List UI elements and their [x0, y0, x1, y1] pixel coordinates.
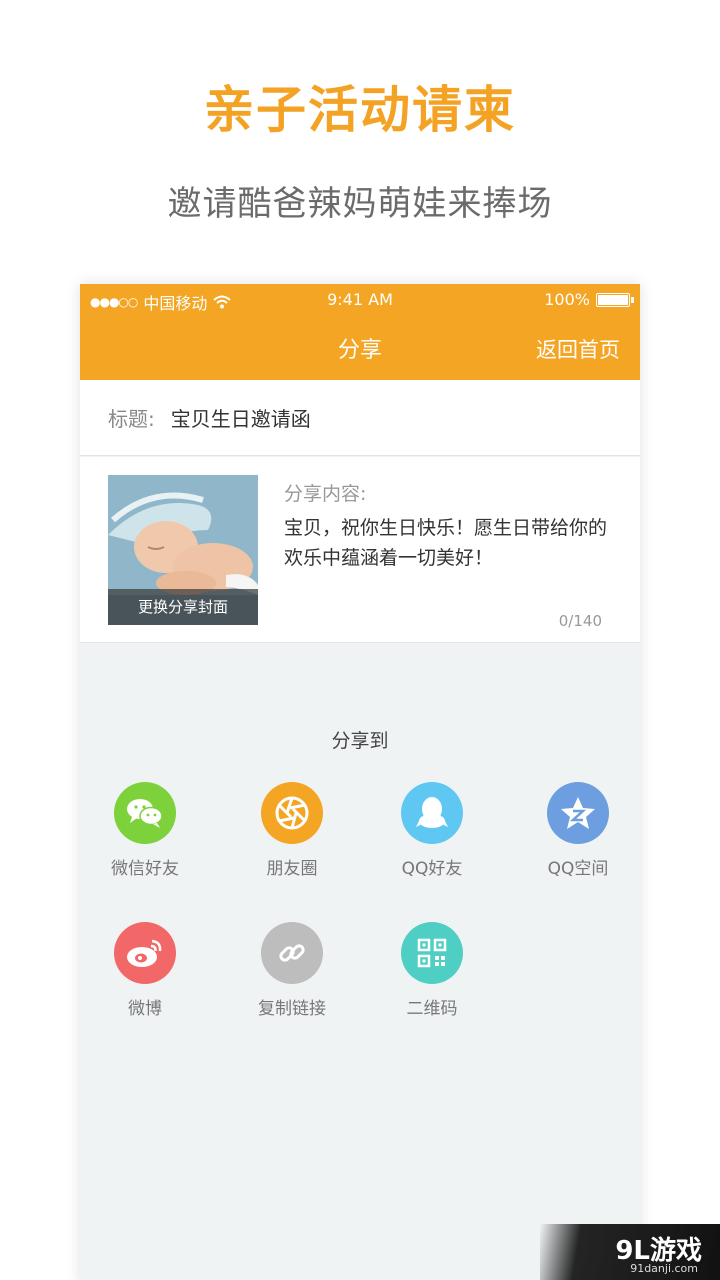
phone-screen: ●●●○○ 中国移动 9:41 AM 100% 分享 返回首页 标题: 宝贝生日… — [80, 284, 640, 1280]
change-cover-button[interactable]: 更换分享封面 — [108, 589, 258, 625]
share-qrcode[interactable]: 二维码 — [367, 922, 497, 1019]
share-heading: 分享到 — [331, 730, 389, 752]
share-moments[interactable]: 朋友圈 — [227, 782, 357, 879]
share-label: 微信好友 — [111, 859, 179, 879]
battery-icon — [596, 292, 634, 307]
status-bar: ●●●○○ 中国移动 9:41 AM 100% — [80, 284, 640, 316]
battery-label: 100% — [544, 290, 590, 309]
nav-bar: ●●●○○ 中国移动 9:41 AM 100% 分享 返回首页 — [80, 284, 640, 380]
back-home-button[interactable]: 返回首页 — [536, 334, 620, 364]
qrcode-icon — [401, 922, 463, 984]
promo-title: 亲子活动请柬 — [204, 81, 516, 139]
share-label: 复制链接 — [258, 999, 326, 1019]
share-label: 二维码 — [406, 999, 458, 1019]
share-qq[interactable]: QQ好友 — [367, 782, 497, 879]
share-label: QQ空间 — [547, 859, 609, 879]
share-wechat[interactable]: 微信好友 — [80, 782, 210, 879]
qzone-icon — [547, 782, 609, 844]
qq-icon — [401, 782, 463, 844]
link-icon — [261, 922, 323, 984]
share-weibo[interactable]: 微博 — [80, 922, 210, 1019]
watermark-url: 91danji.com — [630, 1262, 698, 1275]
title-label: 标题: — [108, 407, 155, 431]
wechat-icon — [114, 782, 176, 844]
watermark-logo: 9L游戏 91danji.com — [540, 1224, 720, 1280]
content-section: 更换分享封面 分享内容: 宝贝，祝你生日快乐！愿生日带给你的欢乐中蕴涵着一切美好… — [80, 457, 640, 643]
content-textarea[interactable]: 宝贝，祝你生日快乐！愿生日带给你的欢乐中蕴涵着一切美好！ — [284, 513, 624, 573]
moments-icon — [261, 782, 323, 844]
title-field[interactable]: 标题: 宝贝生日邀请函 — [80, 380, 640, 456]
char-counter: 0/140 — [558, 612, 602, 630]
weibo-icon — [114, 922, 176, 984]
share-label: 微博 — [128, 999, 162, 1019]
content-label: 分享内容: — [284, 483, 367, 505]
promo-subtitle: 邀请酷爸辣妈萌娃来捧场 — [167, 184, 553, 224]
share-label: QQ好友 — [401, 859, 463, 879]
share-qzone[interactable]: QQ空间 — [513, 782, 640, 879]
share-copy-link[interactable]: 复制链接 — [227, 922, 357, 1019]
share-label: 朋友圈 — [266, 859, 318, 879]
cover-image[interactable]: 更换分享封面 — [108, 475, 258, 625]
title-input[interactable]: 宝贝生日邀请函 — [171, 403, 311, 432]
